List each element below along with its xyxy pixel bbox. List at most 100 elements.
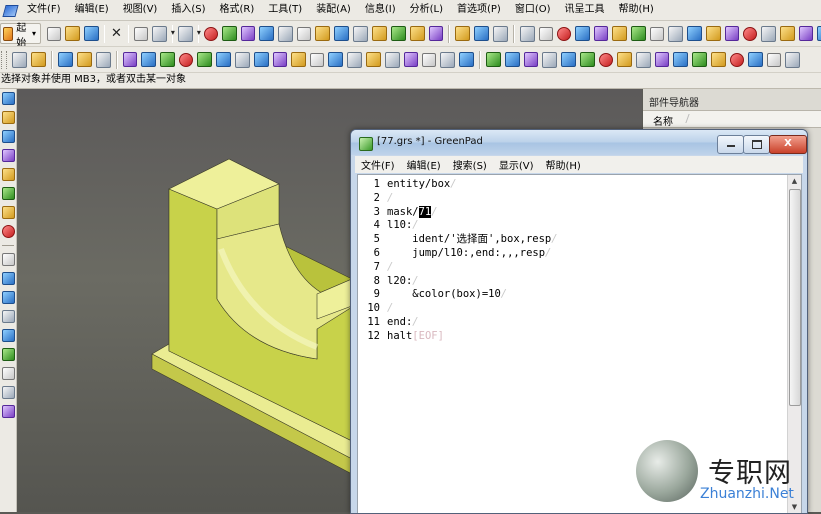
toolbar-tool-icon[interactable] xyxy=(409,26,425,41)
toolbar-tool-icon[interactable] xyxy=(428,26,443,41)
maximize-button[interactable] xyxy=(743,135,770,154)
toolbar-tool-icon[interactable] xyxy=(473,26,489,41)
new-file-icon[interactable] xyxy=(47,26,62,41)
toolbar-tool-icon[interactable] xyxy=(390,26,406,41)
toolbar-tool-icon[interactable] xyxy=(649,26,664,41)
left-tool-icon[interactable] xyxy=(1,111,15,124)
menu-item[interactable]: 分析(L) xyxy=(403,1,450,19)
toolbar-tool-icon[interactable] xyxy=(404,52,418,67)
toolbar-tool-icon[interactable] xyxy=(580,52,595,67)
toolbar-tool-icon[interactable] xyxy=(277,25,293,42)
toolbar-tool-icon[interactable] xyxy=(519,25,535,42)
left-tool-icon[interactable] xyxy=(1,253,15,266)
toolbar-tool-icon[interactable] xyxy=(760,25,776,42)
print-icon[interactable] xyxy=(177,25,201,42)
cut-icon[interactable]: ✕ xyxy=(111,26,122,41)
toolbar-tool-icon[interactable] xyxy=(422,52,436,67)
open-folder-icon[interactable] xyxy=(65,26,81,41)
menu-item[interactable]: 装配(A) xyxy=(309,1,358,19)
toolbar-tool-icon[interactable] xyxy=(705,26,721,41)
redo-icon[interactable] xyxy=(151,25,175,42)
toolbar-tool-icon[interactable] xyxy=(254,52,269,67)
toolbar-tool-icon[interactable] xyxy=(141,52,156,67)
toolbar-tool-icon[interactable] xyxy=(556,26,571,41)
toolbar-tool-icon[interactable] xyxy=(366,52,381,67)
toolbar-tool-icon[interactable] xyxy=(505,52,520,67)
toolbar-tool-icon[interactable] xyxy=(593,26,608,41)
save-icon[interactable] xyxy=(84,26,100,41)
toolbar-tool-icon[interactable] xyxy=(742,26,757,41)
toolbar-tool-icon[interactable] xyxy=(12,51,27,68)
toolbar-tool-icon[interactable] xyxy=(96,51,111,68)
toolbar-tool-icon[interactable] xyxy=(611,26,627,41)
menu-item[interactable]: 视图(V) xyxy=(116,1,165,19)
menu-item[interactable]: 讯呈工具 xyxy=(558,1,612,19)
toolbar-tool-icon[interactable] xyxy=(686,26,702,41)
scrollbar-thumb[interactable] xyxy=(789,189,801,406)
menu-item[interactable]: 帮助(H) xyxy=(612,1,661,19)
menu-item[interactable]: 信息(I) xyxy=(358,1,403,19)
scroll-up-icon[interactable]: ▲ xyxy=(788,175,801,188)
toolbar-tool-icon[interactable] xyxy=(235,51,250,68)
toolbar-tool-icon[interactable] xyxy=(486,52,501,67)
toolbar-tool-icon[interactable] xyxy=(730,52,744,67)
toolbar-tool-icon[interactable] xyxy=(798,26,813,41)
left-tool-icon[interactable] xyxy=(1,405,15,418)
toolbar-tool-icon[interactable] xyxy=(538,26,553,41)
toolbar-tool-icon[interactable] xyxy=(160,52,175,67)
toolbar-tool-icon[interactable] xyxy=(636,51,651,68)
left-tool-icon[interactable] xyxy=(1,386,15,399)
greenpad-menu-item[interactable]: 搜索(S) xyxy=(447,157,493,172)
toolbar-tool-icon[interactable] xyxy=(333,26,349,41)
toolbar-tool-icon[interactable] xyxy=(692,52,707,67)
toolbar-tool-icon[interactable] xyxy=(352,25,368,42)
greenpad-menu-item[interactable]: 编辑(E) xyxy=(401,157,447,172)
toolbar-tool-icon[interactable] xyxy=(561,52,576,67)
menu-item[interactable]: 文件(F) xyxy=(20,1,68,19)
close-button[interactable]: X xyxy=(769,135,807,154)
menu-item[interactable]: 首选项(P) xyxy=(450,1,508,19)
toolbar-tool-icon[interactable] xyxy=(123,52,137,67)
left-tool-icon[interactable] xyxy=(1,92,15,105)
menu-item[interactable]: 插入(S) xyxy=(164,1,212,19)
left-tool-icon[interactable] xyxy=(1,187,15,200)
toolbar-tool-icon[interactable] xyxy=(617,52,632,67)
toolbar-tool-icon[interactable] xyxy=(524,52,538,67)
toolbar-tool-icon[interactable] xyxy=(258,26,274,41)
start-button[interactable]: 起始 ▾ xyxy=(0,23,42,46)
left-tool-icon[interactable] xyxy=(1,206,15,219)
left-tool-icon[interactable] xyxy=(1,225,15,238)
left-tool-icon[interactable] xyxy=(1,348,15,361)
greenpad-menu-item[interactable]: 帮助(H) xyxy=(540,157,587,172)
left-tool-icon[interactable] xyxy=(1,310,15,323)
menu-item[interactable]: 工具(T) xyxy=(261,1,309,19)
toolbar-tool-icon[interactable] xyxy=(574,26,590,41)
toolbar-tool-icon[interactable] xyxy=(347,51,362,68)
toolbar-tool-icon[interactable] xyxy=(371,26,387,41)
left-tool-icon[interactable] xyxy=(1,367,15,380)
toolbar-tool-icon[interactable] xyxy=(240,26,255,41)
left-tool-icon[interactable] xyxy=(1,168,15,181)
toolbar-tool-icon[interactable] xyxy=(296,26,311,41)
minimize-button[interactable] xyxy=(717,135,744,154)
left-tool-icon[interactable] xyxy=(1,329,15,342)
toolbar-tool-icon[interactable] xyxy=(440,51,455,68)
left-tool-icon[interactable] xyxy=(1,291,15,304)
toolbar-tool-icon[interactable] xyxy=(31,52,46,67)
toolbar-tool-icon[interactable] xyxy=(197,52,212,67)
toolbar-tool-icon[interactable] xyxy=(310,52,324,67)
toolbar-tool-icon[interactable] xyxy=(667,25,683,42)
menu-item[interactable]: 编辑(E) xyxy=(68,1,116,19)
toolbar-tool-icon[interactable] xyxy=(711,52,726,67)
toolbar-tool-icon[interactable] xyxy=(816,26,821,41)
greenpad-menu-item[interactable]: 文件(F) xyxy=(355,157,401,172)
toolbar-tool-icon[interactable] xyxy=(314,26,330,41)
toolbar-tool-icon[interactable] xyxy=(454,26,470,41)
toolbar-tool-icon[interactable] xyxy=(542,51,557,68)
toolbar-tool-icon[interactable] xyxy=(328,52,343,67)
toolbar-tool-icon[interactable] xyxy=(216,52,231,67)
toolbar-tool-icon[interactable] xyxy=(179,52,193,67)
greenpad-titlebar[interactable]: [77.grs *] - GreenPad X xyxy=(351,130,807,155)
toolbar-tool-icon[interactable] xyxy=(291,52,306,67)
toolbar-tool-icon[interactable] xyxy=(724,26,739,41)
